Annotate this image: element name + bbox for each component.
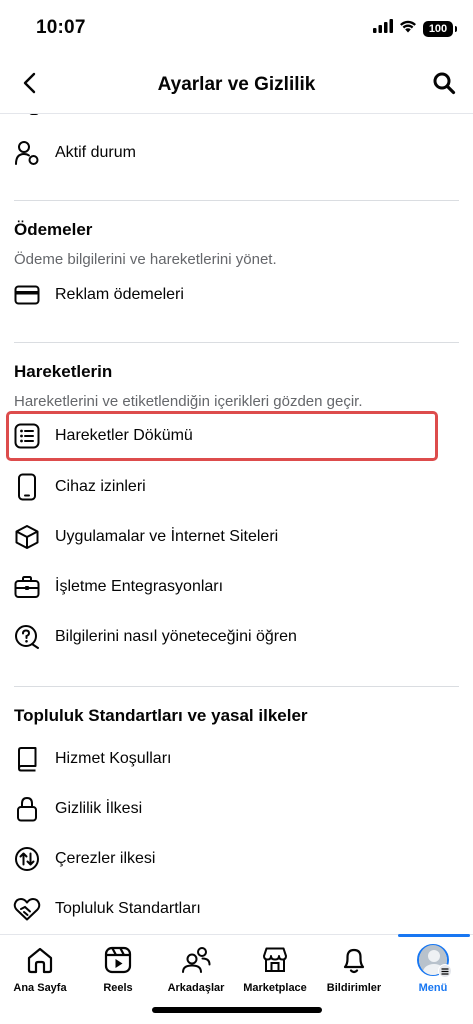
settings-item-device-permissions[interactable]: Cihaz izinleri <box>0 464 473 510</box>
section-title-activity: Hareketlerin <box>14 362 113 381</box>
section-divider <box>14 342 459 343</box>
settings-item-label: Aktif durum <box>55 144 136 161</box>
nav-reels[interactable]: Reels <box>79 935 157 1001</box>
section-subtitle-activity: Hareketlerini ve etiketlendiğin içerikle… <box>14 393 363 410</box>
settings-item-privacy-policy[interactable]: Gizlilik İlkesi <box>0 786 473 832</box>
menu-lines-icon <box>438 964 452 978</box>
nav-marketplace-label: Marketplace <box>243 982 307 994</box>
lock-icon <box>13 795 41 823</box>
settings-item-label: Çerezler ilkesi <box>55 850 156 867</box>
settings-item-label: Bilgilerini nasıl yöneteceğini öğren <box>55 628 297 645</box>
reels-icon <box>102 944 134 976</box>
home-indicator <box>152 1007 322 1013</box>
avatar <box>417 944 452 978</box>
arrows-up-down-icon <box>13 845 41 873</box>
highlight-annotation <box>6 411 438 461</box>
nav-home[interactable]: Ana Sayfa <box>1 935 79 1001</box>
nav-friends-label: Arkadaşlar <box>167 982 225 994</box>
section-divider <box>14 200 459 201</box>
section-title-payments: Ödemeler <box>14 220 93 239</box>
nav-notifications-label: Bildirimler <box>326 982 382 994</box>
settings-item-apps-websites[interactable]: Uygulamalar ve İnternet Siteleri <box>0 514 473 560</box>
status-bar: 10:07 100 <box>0 0 473 52</box>
settings-item-manage-info[interactable]: Bilgilerini nasıl yöneteceğini öğren <box>0 614 473 660</box>
settings-privacy-screen: 10:07 100 Ayarlar ve Gizlilik Aktif duru… <box>0 0 473 1024</box>
bell-icon <box>338 944 370 976</box>
nav-marketplace[interactable]: Marketplace <box>236 935 314 1001</box>
settings-item-label: Hizmet Koşulları <box>55 750 172 767</box>
settings-item-terms[interactable]: Hizmet Koşulları <box>0 736 473 782</box>
help-chat-icon <box>13 623 41 651</box>
settings-item-label: Gizlilik İlkesi <box>55 800 143 817</box>
settings-item-label: Topluluk Standartları <box>55 900 201 917</box>
page-title: Ayarlar ve Gizlilik <box>157 74 316 95</box>
home-icon <box>24 944 56 976</box>
header-bar: Ayarlar ve Gizlilik <box>0 56 473 114</box>
briefcase-icon <box>13 573 41 601</box>
nav-friends[interactable]: Arkadaşlar <box>157 935 235 1001</box>
settings-item-active-status[interactable]: Aktif durum <box>0 130 473 176</box>
section-title-standards: Topluluk Standartları ve yasal ilkeler <box>14 706 308 725</box>
friends-icon <box>180 944 212 976</box>
book-icon <box>13 745 41 773</box>
person-status-icon <box>13 139 41 167</box>
partial-item-icon <box>14 114 40 120</box>
menu-avatar <box>417 944 452 978</box>
search-icon <box>433 72 456 95</box>
marketplace-icon <box>259 944 291 976</box>
nav-home-label: Ana Sayfa <box>13 982 67 994</box>
signal-icon <box>373 19 393 38</box>
credit-card-icon <box>13 281 41 309</box>
section-divider <box>14 686 459 687</box>
status-icons: 100 <box>373 19 457 38</box>
settings-list[interactable]: Aktif durum Ödemeler Ödeme bilgilerini v… <box>0 114 473 934</box>
nav-notifications[interactable]: Bildirimler <box>315 935 393 1001</box>
phone-icon <box>13 473 41 501</box>
settings-item-label: Reklam ödemeleri <box>55 286 184 303</box>
settings-item-business-integrations[interactable]: İşletme Entegrasyonları <box>0 564 473 610</box>
section-subtitle-payments: Ödeme bilgilerini ve hareketlerini yönet… <box>14 251 277 268</box>
nav-reels-label: Reels <box>103 982 133 994</box>
wifi-icon <box>399 19 417 38</box>
nav-menu-label: Menü <box>418 982 448 994</box>
settings-item-label: İşletme Entegrasyonları <box>55 578 224 595</box>
status-time: 10:07 <box>36 17 86 38</box>
settings-item-community-standards[interactable]: Topluluk Standartları <box>0 886 473 932</box>
settings-item-label: Cihaz izinleri <box>55 478 146 495</box>
settings-item-cookies-policy[interactable]: Çerezler ilkesi <box>0 836 473 882</box>
heart-handshake-icon <box>13 895 41 923</box>
search-button[interactable] <box>429 68 459 98</box>
settings-item-ad-payments[interactable]: Reklam ödemeleri <box>0 272 473 318</box>
battery-indicator: 100 <box>423 20 457 37</box>
nav-menu[interactable]: Menü <box>394 935 472 1001</box>
cube-icon <box>13 523 41 551</box>
settings-item-label: Uygulamalar ve İnternet Siteleri <box>55 528 279 545</box>
